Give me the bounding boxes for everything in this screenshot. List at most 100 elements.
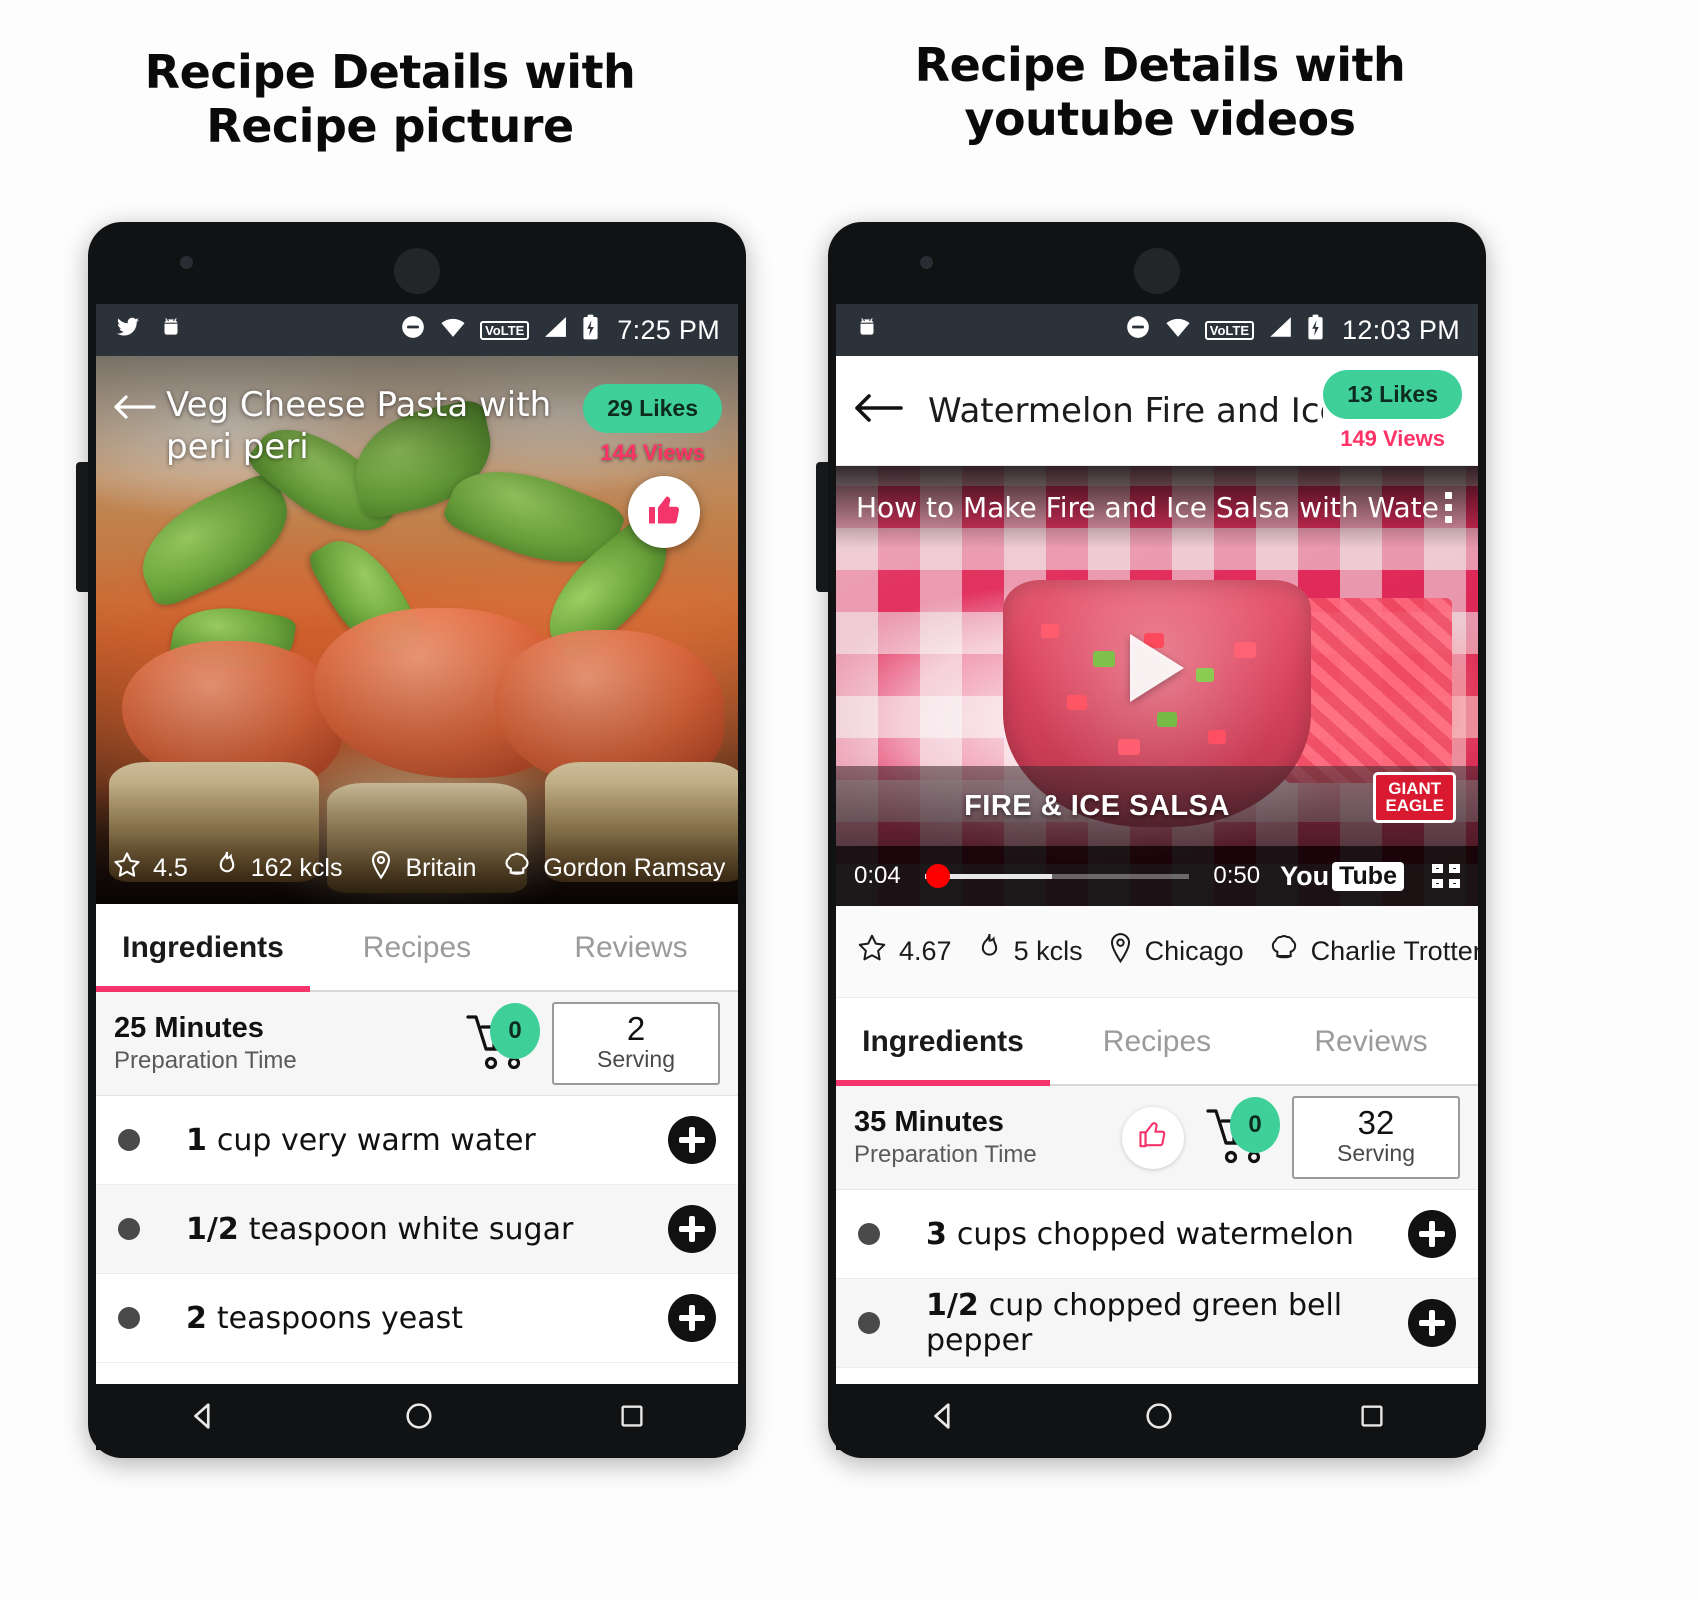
ingredient-row[interactable]: 2 teaspoons yeast	[96, 1274, 738, 1363]
wifi-icon	[1164, 316, 1192, 345]
star-icon	[856, 932, 888, 971]
tab-ingredients[interactable]: Ingredients	[96, 931, 310, 965]
serving-stepper[interactable]: 32 Serving	[1292, 1095, 1460, 1180]
fullscreen-icon[interactable]	[1432, 864, 1460, 888]
meta-rating-label: 4.5	[153, 853, 188, 882]
serving-stepper[interactable]: 2 Serving	[552, 1001, 720, 1086]
back-triangle-icon[interactable]	[927, 1399, 961, 1438]
video-seek-bar[interactable]	[924, 864, 1190, 888]
ingredient-row[interactable]: 1/2 teaspoon white sugar	[96, 1185, 738, 1274]
phone-side-button[interactable]	[76, 462, 88, 592]
ingredient-quantity: 3	[926, 1216, 947, 1252]
caption-left: Recipe Details with Recipe picture	[144, 45, 636, 154]
meta-chef-label: Charlie Trotter	[1310, 936, 1478, 966]
serving-value: 32	[1357, 1103, 1395, 1141]
add-ingredient-button[interactable]	[668, 1294, 716, 1342]
meta-origin-label: Chicago	[1144, 936, 1244, 966]
ingredient-quantity: 1/2	[186, 1211, 239, 1247]
add-ingredient-button[interactable]	[668, 1205, 716, 1253]
shopping-cart-icon	[462, 1014, 536, 1079]
play-icon[interactable]	[1130, 634, 1184, 703]
chef-hat-icon	[502, 850, 532, 887]
phone-left: VoLTE 7:25 PM Veg Cheese Pasta with peri…	[76, 222, 746, 1458]
android-nav-bar-right	[836, 1386, 1478, 1450]
likes-badge[interactable]: 13 Likes	[1323, 369, 1462, 419]
tab-active-indicator	[96, 986, 310, 992]
bullet-icon	[118, 1307, 140, 1329]
status-bar-clock: 7:25 PM	[617, 314, 720, 345]
ingredient-text: 2 teaspoons yeast	[186, 1301, 668, 1336]
prep-row-right: 35 Minutes Preparation Time 0 32 Serving	[836, 1086, 1478, 1190]
back-arrow-icon[interactable]	[112, 390, 158, 429]
ingredient-text: 1/2 cup chopped green bell pepper	[926, 1288, 1408, 1358]
tab-recipes[interactable]: Recipes	[310, 931, 524, 965]
screen-left: VoLTE 7:25 PM Veg Cheese Pasta with peri…	[96, 304, 738, 1384]
app-bar-right: Watermelon Fire and Ice … 13 Likes 149 V…	[836, 356, 1478, 466]
like-fab-button[interactable]	[628, 476, 700, 548]
ingredient-row[interactable]: 3 cups chopped watermelon	[836, 1190, 1478, 1279]
flame-icon	[976, 932, 1003, 971]
home-circle-icon[interactable]	[1143, 1400, 1175, 1437]
thumbs-up-outline-icon	[1137, 1119, 1169, 1156]
kebab-menu-icon[interactable]	[1439, 488, 1458, 527]
recipe-hero-image: Veg Cheese Pasta with peri peri 29 Likes…	[96, 356, 738, 904]
bullet-icon	[858, 1312, 880, 1334]
ingredient-text: 1 cup very warm water	[186, 1123, 668, 1158]
add-ingredient-button[interactable]	[1408, 1299, 1456, 1347]
phone-top-bezel	[828, 222, 1486, 304]
android-icon	[854, 314, 880, 347]
ingredient-row-partial[interactable]	[836, 1368, 1478, 1384]
youtube-player[interactable]: How to Make Fire and Ice Salsa with Wate…	[836, 466, 1478, 906]
ingredient-quantity: 1	[186, 1122, 207, 1158]
home-circle-icon[interactable]	[403, 1400, 435, 1437]
status-bar-right: VoLTE 12:03 PM	[836, 304, 1478, 356]
meta-calories: 162 kcls	[214, 850, 342, 887]
add-ingredient-button[interactable]	[1408, 1210, 1456, 1258]
front-camera-icon	[180, 256, 193, 269]
wifi-icon	[439, 316, 467, 345]
recents-square-icon[interactable]	[617, 1401, 647, 1436]
chef-hat-icon	[1268, 932, 1300, 971]
likes-badge[interactable]: 29 Likes	[583, 384, 722, 433]
cart-button[interactable]: 0	[1202, 1096, 1280, 1173]
android-icon	[158, 314, 184, 347]
meta-rating: 4.5	[112, 850, 188, 887]
flame-icon	[214, 850, 240, 887]
ingredient-row[interactable]: 1/2 cup chopped green bell pepper	[836, 1279, 1478, 1368]
cart-button[interactable]: 0	[462, 1002, 540, 1079]
tab-ingredients[interactable]: Ingredients	[836, 1025, 1050, 1059]
youtube-you-text: You	[1280, 860, 1330, 891]
youtube-logo[interactable]: You Tube	[1280, 861, 1404, 892]
lower-third-text: FIRE & ICE SALSA	[964, 789, 1230, 822]
phone-side-button[interactable]	[816, 462, 828, 592]
ingredient-row[interactable]: 1 cup very warm water	[96, 1096, 738, 1185]
meta-calories-label: 5 kcls	[1013, 936, 1083, 966]
video-seek-handle[interactable]	[925, 864, 950, 888]
earpiece-speaker	[394, 248, 440, 294]
star-icon	[112, 850, 142, 887]
tab-reviews[interactable]: Reviews	[524, 931, 738, 965]
prep-time-label: Preparation Time	[114, 1047, 297, 1074]
brand-line-1: GIANT	[1388, 779, 1442, 798]
recents-square-icon[interactable]	[1357, 1401, 1387, 1436]
caption-right: Recipe Details with youtube videos	[914, 38, 1406, 147]
views-label: 144 Views	[600, 440, 705, 465]
serving-value: 2	[626, 1009, 646, 1047]
back-triangle-icon[interactable]	[187, 1399, 221, 1438]
like-button[interactable]	[1122, 1106, 1184, 1169]
status-bar-left: VoLTE 7:25 PM	[96, 304, 738, 356]
meta-chef: Gordon Ramsay	[502, 850, 725, 887]
tab-bar-right: Ingredients Recipes Reviews	[836, 998, 1478, 1086]
tab-recipes[interactable]: Recipes	[1050, 1025, 1264, 1059]
poster-stage: Recipe Details with Recipe picture Recipe…	[0, 0, 1700, 1600]
prep-row-left: 25 Minutes Preparation Time 0 2 Serving	[96, 992, 738, 1096]
back-arrow-icon[interactable]	[852, 388, 904, 433]
thumbs-up-icon	[646, 492, 682, 533]
signal-icon	[1267, 316, 1293, 345]
ingredient-text: 1/2 teaspoon white sugar	[186, 1212, 668, 1247]
recipe-meta-strip: 4.67 5 kcls Chicago Charlie Trotter	[836, 906, 1478, 998]
brand-line-2: EAGLE	[1385, 796, 1444, 816]
tab-reviews[interactable]: Reviews	[1264, 1025, 1478, 1059]
add-ingredient-button[interactable]	[668, 1116, 716, 1164]
prep-time-value: 35 Minutes	[854, 1106, 1004, 1138]
